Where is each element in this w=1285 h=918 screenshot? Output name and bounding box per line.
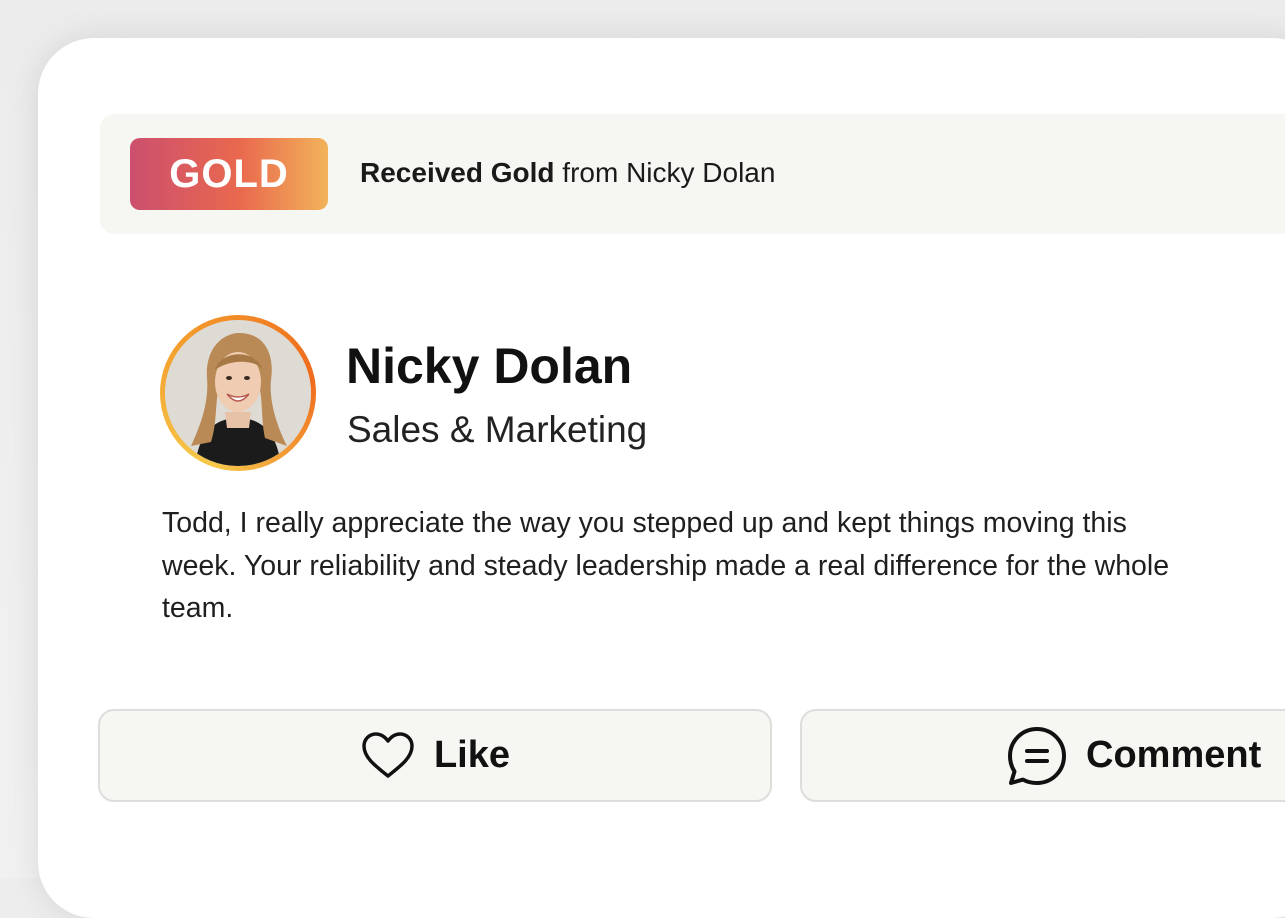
comment-bubble-icon bbox=[1006, 725, 1068, 787]
avatar[interactable] bbox=[165, 320, 311, 466]
gold-badge: GOLD bbox=[130, 138, 328, 210]
avatar-photo bbox=[165, 320, 311, 466]
recognition-message: Todd, I really appreciate the way you st… bbox=[162, 507, 1170, 624]
award-description-strong: Received Gold bbox=[360, 157, 555, 188]
comment-button[interactable]: Comment bbox=[800, 709, 1285, 802]
comment-button-label: Comment bbox=[1086, 734, 1262, 776]
sender-name[interactable]: Nicky Dolan bbox=[346, 336, 632, 396]
like-button-label: Like bbox=[433, 734, 511, 776]
sender-department: Sales & Marketing bbox=[347, 409, 648, 450]
award-description: Received Gold from Nicky Dolan bbox=[360, 155, 775, 191]
award-description-rest: from Nicky Dolan bbox=[554, 157, 776, 188]
heart-icon bbox=[360, 731, 416, 781]
like-button[interactable]: Like bbox=[98, 709, 772, 802]
